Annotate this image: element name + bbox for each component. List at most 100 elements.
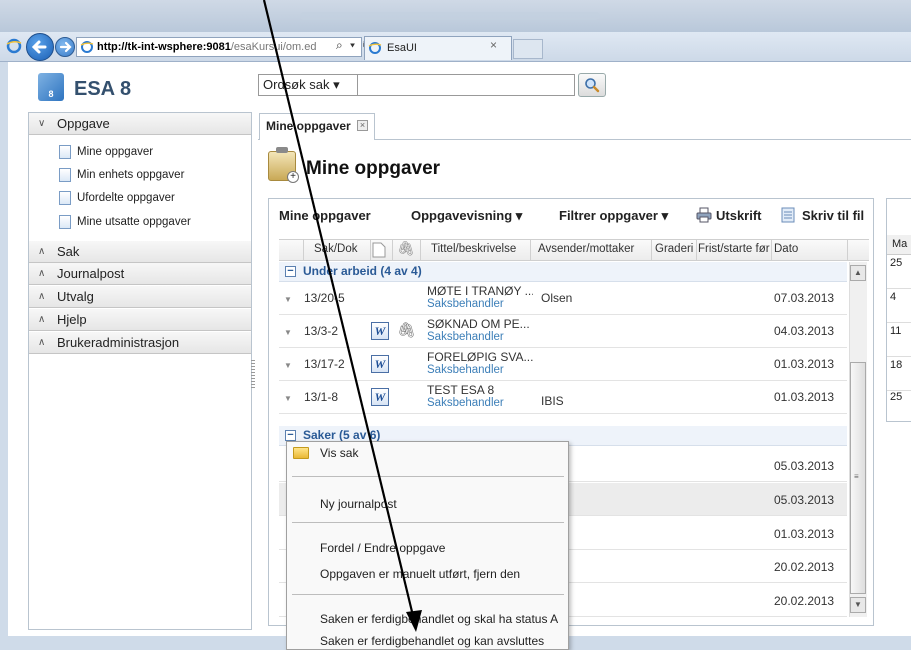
case-number: 13/17-2 xyxy=(304,357,345,371)
menu-item-kan-avsluttes[interactable]: Saken er ferdigbehandlet og kan avslutte… xyxy=(320,634,544,648)
calendar-day[interactable]: 11 xyxy=(887,323,911,357)
tab-close-icon[interactable]: × xyxy=(490,38,497,52)
table-row[interactable]: ▼ 13/3-2 W 🖇 SØKNAD OM PE... Saksbehandl… xyxy=(279,315,847,348)
sidebar: ∨ Oppgave Mine oppgaver Min enhets oppgav… xyxy=(28,112,252,630)
word-document-icon[interactable]: W xyxy=(371,388,389,406)
page-title: Mine oppgaver xyxy=(306,158,441,179)
sidebar-item-ufordelte-oppgaver[interactable]: Ufordelte oppgaver xyxy=(59,189,175,207)
sidebar-item-min-enhets-oppgaver[interactable]: Min enhets oppgaver xyxy=(59,166,184,184)
document-icon xyxy=(59,145,71,159)
sidebar-resize-handle[interactable] xyxy=(251,360,255,390)
task-title: TEST ESA 8 xyxy=(427,383,495,397)
calendar-day[interactable]: 18 xyxy=(887,357,911,391)
column-header-frist[interactable]: Frist/starte før xyxy=(698,243,770,255)
column-header-sender[interactable]: Avsender/mottaker xyxy=(538,243,634,255)
chevron-up-icon: ∧ xyxy=(38,291,46,302)
forward-arrow-icon xyxy=(59,41,72,53)
sidebar-section-label: Utvalg xyxy=(57,289,94,304)
table-row[interactable]: ▼ 13/20-5 MØTE I TRANØY ... Saksbehandle… xyxy=(279,282,847,315)
paperclip-column-icon: 🖇 xyxy=(397,240,415,256)
url-field[interactable]: http://tk-int-wsphere:9081/esaKursui/om.… xyxy=(76,37,362,57)
calendar-day[interactable]: 25 xyxy=(887,255,911,289)
column-divider xyxy=(847,240,848,260)
menu-item-fordel-endre-oppgave[interactable]: Fordel / Endre oppgave xyxy=(320,541,445,555)
case-number: 13/1-8 xyxy=(304,390,339,404)
clipboard-clip xyxy=(276,147,288,153)
sidebar-section-oppgave[interactable]: ∨ Oppgave xyxy=(29,113,251,135)
menu-item-manuelt-utfort[interactable]: Oppgaven er manuelt utført, fjern den xyxy=(320,567,520,581)
word-document-icon[interactable]: W xyxy=(371,355,389,373)
column-header-dato[interactable]: Dato xyxy=(774,243,798,255)
sidebar-section-utvalg[interactable]: ∧ Utvalg xyxy=(29,286,251,308)
task-date: 20.02.2013 xyxy=(774,594,835,608)
printer-icon xyxy=(696,207,712,223)
search-scope-select[interactable]: Ordsøk sak ▾ xyxy=(258,74,358,96)
sidebar-section-sak[interactable]: ∧ Sak xyxy=(29,241,251,263)
column-header-gradering[interactable]: Graderi xyxy=(655,243,695,255)
calendar-panel: Ma 25 4 11 18 25 xyxy=(886,198,911,422)
sidebar-section-brukeradministrasjon[interactable]: ∧ Brukeradministrasjon xyxy=(29,332,251,354)
sidebar-item-mine-oppgaver[interactable]: Mine oppgaver xyxy=(59,143,153,161)
menu-item-status-a[interactable]: Saken er ferdigbehandlet og skal ha stat… xyxy=(320,612,558,626)
task-date: 20.02.2013 xyxy=(774,560,835,574)
url-path: /esaKursui/om.ed xyxy=(230,41,317,53)
menu-divider xyxy=(292,594,564,595)
sidebar-section-journalpost[interactable]: ∧ Journalpost xyxy=(29,263,251,285)
magnifier-icon xyxy=(585,78,600,93)
column-header-title[interactable]: Tittel/beskrivelse xyxy=(431,243,516,255)
plus-badge-icon: + xyxy=(287,171,299,183)
folder-icon xyxy=(293,447,309,459)
sidebar-section-label: Brukeradministrasjon xyxy=(57,335,180,350)
row-expand-icon[interactable]: ▼ xyxy=(284,361,292,370)
menu-item-ny-journalpost[interactable]: Ny journalpost xyxy=(320,497,397,511)
paperclip-icon: 🖇 xyxy=(397,322,417,339)
word-document-icon[interactable]: W xyxy=(371,322,389,340)
document-column-icon xyxy=(372,242,386,258)
column-divider xyxy=(370,240,371,260)
calendar-day[interactable]: 25 xyxy=(887,389,911,423)
sidebar-section-hjelp[interactable]: ∧ Hjelp xyxy=(29,309,251,331)
task-date: 04.03.2013 xyxy=(774,324,835,338)
row-expand-icon[interactable]: ▼ xyxy=(284,328,292,337)
document-icon xyxy=(59,215,71,229)
scroll-grip-icon: ≡ xyxy=(854,472,859,481)
page-favicon-icon xyxy=(80,41,94,53)
scroll-down-icon[interactable]: ▼ xyxy=(850,597,866,613)
print-button[interactable]: Utskrift xyxy=(716,208,762,223)
table-row[interactable]: ▼ 13/1-8 W TEST ESA 8 Saksbehandler IBIS… xyxy=(279,381,847,414)
task-role: Saksbehandler xyxy=(427,331,504,343)
column-header-saknr[interactable]: Sak/Dok xyxy=(314,243,357,255)
scroll-up-icon[interactable]: ▲ xyxy=(850,265,866,281)
sidebar-section-label: Hjelp xyxy=(57,312,87,327)
app-title: ESA 8 xyxy=(74,78,132,100)
chevron-up-icon: ∧ xyxy=(38,268,46,279)
sidebar-item-label: Mine utsatte oppgaver xyxy=(77,216,191,228)
back-button[interactable] xyxy=(26,33,54,61)
view-menu-button[interactable]: Oppgavevisning ▾ xyxy=(411,208,522,224)
calendar-day[interactable]: 4 xyxy=(887,289,911,323)
search-button[interactable] xyxy=(578,73,606,97)
sidebar-item-label: Min enhets oppgaver xyxy=(77,169,185,181)
group-row-under-arbeid[interactable]: − Under arbeid (4 av 4) xyxy=(279,262,847,282)
collapse-icon[interactable]: − xyxy=(285,430,296,441)
search-input[interactable] xyxy=(357,74,575,96)
table-row[interactable]: ▼ 13/17-2 W FORELØPIG SVA... Saksbehandl… xyxy=(279,348,847,381)
task-date: 01.03.2013 xyxy=(774,357,835,371)
tab-close-icon[interactable]: × xyxy=(357,120,368,131)
new-tab-button[interactable] xyxy=(513,39,543,59)
row-expand-icon[interactable]: ▼ xyxy=(284,394,292,403)
esa-logo-icon: 8 xyxy=(38,73,64,101)
export-to-file-button[interactable]: Skriv til fil xyxy=(802,208,864,223)
row-expand-icon[interactable]: ▼ xyxy=(284,295,292,304)
collapse-icon[interactable]: − xyxy=(285,266,296,277)
task-date: 05.03.2013 xyxy=(774,459,835,473)
column-divider xyxy=(771,240,772,260)
window-title-blur xyxy=(300,12,600,20)
calendar-weekday-header: Ma xyxy=(887,235,911,255)
task-title: SØKNAD OM PE... xyxy=(427,317,530,331)
sidebar-item-mine-utsatte-oppgaver[interactable]: Mine utsatte oppgaver xyxy=(59,213,191,231)
filter-menu-button[interactable]: Filtrer oppgaver ▾ xyxy=(559,208,668,224)
task-role: Saksbehandler xyxy=(427,298,504,310)
forward-button[interactable] xyxy=(55,37,75,57)
menu-item-vis-sak[interactable]: Vis sak xyxy=(320,446,358,460)
